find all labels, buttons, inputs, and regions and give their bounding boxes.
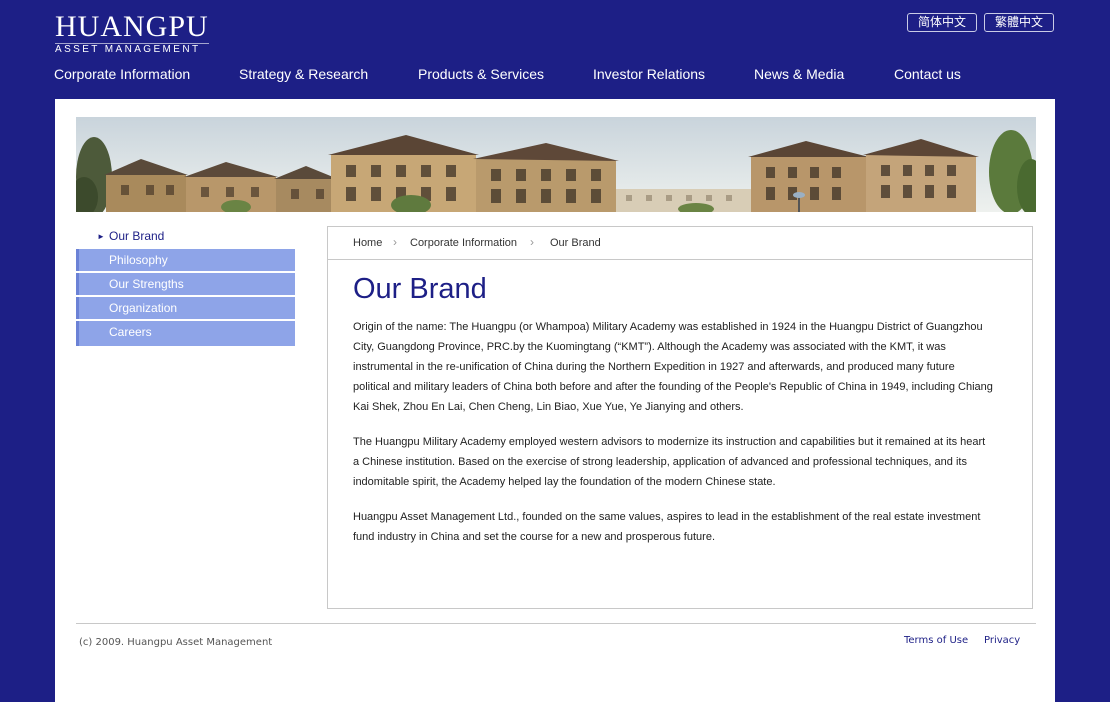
copyright: (c) 2009. Huangpu Asset Management <box>79 637 273 648</box>
sidebar-item-careers[interactable]: Careers <box>76 321 295 343</box>
sidebar-bottom-edge <box>76 343 295 346</box>
breadcrumb-home[interactable]: Home <box>353 237 382 249</box>
breadcrumb-corporate-information[interactable]: Corporate Information <box>410 237 517 249</box>
chevron-right-icon: › <box>530 235 534 249</box>
paragraph-company: Huangpu Asset Management Ltd., founded o… <box>353 511 981 543</box>
breadcrumb-current: Our Brand <box>550 237 601 249</box>
paragraph-academy: The Huangpu Military Academy employed we… <box>353 436 986 488</box>
sidebar-item-label: Our Brand <box>109 229 165 243</box>
banner-image <box>76 117 1036 212</box>
terms-of-use-link[interactable]: Terms of Use <box>904 635 968 646</box>
traditional-chinese-button[interactable]: 繁體中文 <box>984 13 1055 32</box>
sidebar-item-organization[interactable]: Organization <box>76 297 295 319</box>
sidebar-item-our-brand[interactable]: ► Our Brand <box>76 226 295 247</box>
sidebar-item-our-strengths[interactable]: Our Strengths <box>76 273 295 295</box>
logo-subtitle: ASSET MANAGEMENT <box>55 43 209 56</box>
nav-news-media[interactable]: News & Media <box>754 65 844 83</box>
nav-corporate-information[interactable]: Corporate Information <box>54 65 190 83</box>
page-title: Our Brand <box>353 273 487 305</box>
nav-strategy-research[interactable]: Strategy & Research <box>239 65 368 83</box>
logo[interactable]: HUANGPU ASSET MANAGEMENT <box>55 12 209 56</box>
sidebar: ► Our Brand Philosophy Our Strengths Org… <box>76 226 295 346</box>
breadcrumb: Home › Corporate Information › Our Brand <box>328 227 1032 260</box>
nav-contact-us[interactable]: Contact us <box>894 65 961 83</box>
footer-divider <box>76 623 1036 624</box>
main-content: Home › Corporate Information › Our Brand… <box>327 226 1033 609</box>
logo-title: HUANGPU <box>55 10 209 43</box>
sidebar-item-philosophy[interactable]: Philosophy <box>76 249 295 271</box>
privacy-link[interactable]: Privacy <box>984 635 1020 646</box>
triangle-right-icon: ► <box>97 232 105 241</box>
nav-products-services[interactable]: Products & Services <box>418 65 544 83</box>
nav-investor-relations[interactable]: Investor Relations <box>593 65 705 83</box>
content-area: ► Our Brand Philosophy Our Strengths Org… <box>55 99 1055 702</box>
simplified-chinese-button[interactable]: 简体中文 <box>907 13 978 32</box>
paragraph-origin: Origin of the name: The Huangpu (or Wham… <box>353 321 993 413</box>
chevron-right-icon: › <box>393 235 397 249</box>
